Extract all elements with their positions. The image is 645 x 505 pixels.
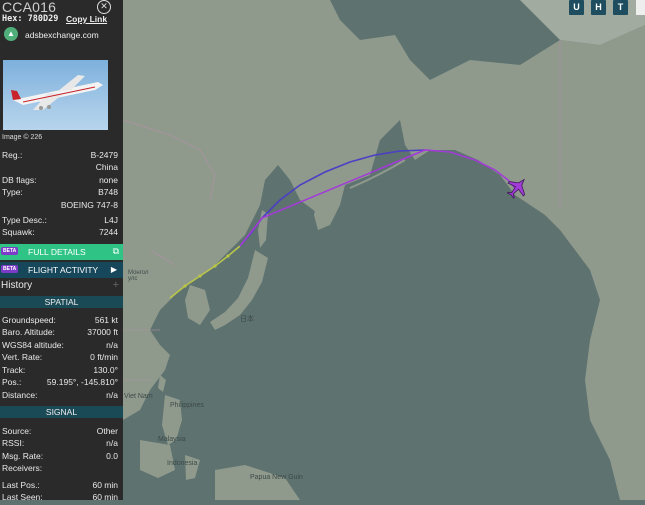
full-details-label: FULL DETAILS [28, 247, 86, 257]
spatial-row: Distance: n/a [0, 390, 123, 402]
signal-value: 0.0 [106, 451, 118, 461]
info-value: China [95, 162, 118, 172]
signal-label: RSSI: [2, 438, 25, 448]
spatial-value: 561 kt [94, 315, 118, 325]
signal-row: Source: Other [0, 426, 123, 438]
spatial-label: WGS84 altitude: [2, 340, 64, 350]
label-mongolia: Монгол улс [128, 270, 149, 282]
spatial-row: Pos.: 59.195°, -145.810° [0, 377, 123, 389]
full-details-button[interactable]: BETA FULL DETAILS ⧉ [0, 244, 123, 260]
signal-row: Last Pos.: 60 min [0, 480, 123, 492]
signal-label: Last Pos.: [2, 480, 40, 490]
hex-label: Hex: [2, 14, 23, 24]
signal-label: Last Seen: [2, 492, 43, 500]
spatial-label: Distance: [2, 390, 38, 400]
spatial-label: Vert. Rate: [2, 352, 43, 362]
signal-value: 60 min [92, 492, 118, 500]
label-philippines: Philippines [170, 402, 204, 409]
map-button-u[interactable]: U [569, 0, 584, 15]
aircraft-photo-art [11, 75, 103, 110]
signal-row: RSSI: n/a [0, 438, 123, 450]
spatial-value: 0 ft/min [90, 352, 118, 362]
spatial-header: SPATIAL [0, 296, 123, 308]
info-row-typename: BOEING 747-8 [0, 200, 123, 212]
info-value: BOEING 747-8 [60, 200, 118, 210]
image-credit: Image © 226 [2, 134, 43, 141]
chevron-right-icon: ▶ [110, 265, 117, 274]
signal-label: Msg. Rate: [2, 451, 44, 461]
label-malaysia: Malaysia [158, 436, 186, 443]
info-row-squawk: Squawk: 7244 [0, 227, 123, 239]
info-row-country: China [0, 162, 123, 174]
callsign: CCA016 [2, 0, 57, 15]
flight-activity-button[interactable]: BETA FLIGHT ACTIVITY ▶ [0, 262, 123, 278]
close-icon[interactable]: ✕ [97, 0, 111, 14]
map-menu-handle[interactable] [636, 0, 645, 15]
info-label: Squawk: [2, 227, 35, 237]
info-value: L4J [104, 215, 118, 225]
signal-label: Source: [2, 426, 32, 436]
map-button-h[interactable]: H [591, 0, 606, 15]
spatial-row: Groundspeed: 561 kt [0, 315, 123, 327]
info-label: Reg.: [2, 150, 23, 160]
info-row-dbflags: DB flags: none [0, 175, 123, 187]
label-japan: 日本 [240, 316, 254, 323]
info-value: none [99, 175, 118, 185]
plus-icon: + [112, 279, 119, 291]
signal-row: Receivers: [0, 463, 123, 475]
beta-badge: BETA [1, 247, 19, 255]
signal-value: n/a [106, 438, 118, 448]
info-row-type: Type: B748 [0, 187, 123, 199]
label-vietnam: Viet Nam [124, 393, 153, 400]
spatial-value: 130.0° [93, 365, 118, 375]
info-row-typedesc: Type Desc.: L4J [0, 215, 123, 227]
spatial-value: 37000 ft [87, 327, 118, 337]
signal-label: Receivers: [2, 463, 43, 473]
hex-value: 780D29 [27, 14, 59, 24]
spatial-value: n/a [106, 340, 118, 350]
hex-row: Hex: 780D29 [2, 14, 58, 24]
aircraft-photo[interactable] [3, 60, 108, 130]
info-label: DB flags: [2, 175, 37, 185]
flight-activity-label: FLIGHT ACTIVITY [28, 265, 99, 275]
adsbexchange-link[interactable]: adsbexchange.com [25, 30, 99, 40]
aircraft-info-panel: CCA016 ✕ Hex: 780D29 Copy Link ▲ adsbexc… [0, 0, 123, 500]
spatial-row: Track: 130.0° [0, 365, 123, 377]
info-value: B748 [98, 187, 118, 197]
spatial-row: Baro. Altitude: 37000 ft [0, 327, 123, 339]
info-value: 7244 [99, 227, 118, 237]
spatial-value: 59.195°, -145.810° [46, 377, 118, 387]
label-papua: Papua New Guin [250, 474, 303, 481]
history-label: History [1, 280, 33, 291]
info-value: B-2479 [90, 150, 118, 160]
spatial-label: Pos.: [2, 377, 22, 387]
spatial-label: Baro. Altitude: [2, 327, 55, 337]
label-indonesia: Indonesia [167, 460, 198, 467]
spatial-value: n/a [106, 390, 118, 400]
info-label: Type Desc.: [2, 215, 47, 225]
land-borneo [140, 440, 175, 478]
external-link-icon: ⧉ [112, 246, 119, 256]
signal-value: Other [96, 426, 118, 436]
map-button-t[interactable]: T [613, 0, 628, 15]
signal-row: Msg. Rate: 0.0 [0, 451, 123, 463]
spatial-row: WGS84 altitude: n/a [0, 340, 123, 352]
spatial-label: Groundspeed: [2, 315, 56, 325]
signal-header: SIGNAL [0, 406, 123, 418]
info-label: Type: [2, 187, 23, 197]
beta-badge: BETA [1, 265, 19, 273]
copy-link[interactable]: Copy Link [66, 14, 107, 24]
spatial-row: Vert. Rate: 0 ft/min [0, 352, 123, 364]
history-toggle[interactable]: History + [0, 279, 123, 293]
info-row-reg: Reg.: B-2479 [0, 150, 123, 162]
signal-value: 60 min [92, 480, 118, 490]
spatial-label: Track: [2, 365, 26, 375]
signal-row: Last Seen: 60 min [0, 492, 123, 500]
adsbexchange-logo-icon[interactable]: ▲ [4, 27, 18, 41]
